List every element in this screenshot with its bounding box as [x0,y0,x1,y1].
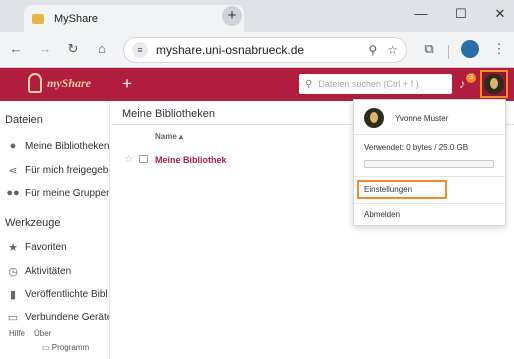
sidebar-item-label: Für meine Gruppen [25,187,110,199]
search-box[interactable]: ⚲ [299,74,452,94]
user-name: Yvonne Muster [395,114,449,123]
sidebar-item-label: Veröffentlichte Bibl [25,289,108,300]
sidebar-item-shared-with-me[interactable]: ⋖ Für mich freigegeben [6,164,109,177]
avatar [484,74,504,94]
monitor-icon: ▭ [42,343,50,352]
add-icon[interactable]: + [122,74,132,94]
new-tab-button[interactable]: + [222,6,242,26]
sidebar-footer: Hilfe Über ▭ Programm [0,325,109,359]
zoom-icon[interactable]: ⚲ [368,43,377,57]
sidebar-item-label: Aktivitäten [25,266,72,277]
notification-badge: 3 [466,73,476,83]
share-icon: ⋖ [8,165,18,177]
forward-icon[interactable]: → [36,40,54,58]
menu-divider [354,203,505,204]
menu-divider [354,134,505,135]
url-text: myshare.uni-osnabrueck.de [156,43,305,57]
program-link[interactable]: ▭ Programm [42,343,89,352]
column-header-name[interactable]: Name ▴ [155,132,183,141]
logo-text: myShare [47,75,92,90]
bookmark-star-icon[interactable]: ☆ [387,43,398,57]
sidebar-item-favorites[interactable]: ★ Favoriten [6,241,67,254]
browser-tab[interactable]: MyShare ✕ [24,5,244,32]
maximize-button[interactable]: ☐ [451,6,471,22]
toolbar-divider [448,45,449,59]
back-icon[interactable]: ← [7,40,25,58]
close-window-button[interactable]: ✕ [490,6,510,22]
sidebar-item-linked-devices[interactable]: ▭ Verbundene Geräte [6,311,110,324]
home-icon[interactable]: ⌂ [93,40,111,58]
storage-usage-bar [364,160,494,168]
sidebar-item-my-libraries[interactable]: ● Meine Bibliotheken [6,140,110,152]
page-title: Meine Bibliotheken [122,108,215,120]
logo-mark-icon [28,73,42,93]
sidebar-item-my-groups[interactable]: ●● Für meine Gruppen [6,187,110,199]
star-icon: ★ [8,242,18,254]
site-info-icon[interactable]: ≡ [132,42,148,58]
storage-usage-text: Verwendet: 0 bytes / 25.0 GB [364,143,469,152]
logo[interactable]: myShare [28,73,91,93]
library-name-link[interactable]: Meine Bibliothek [155,155,227,165]
sidebar: Dateien ● Meine Bibliotheken ⋖ Für mich … [0,101,110,359]
sidebar-item-published-libraries[interactable]: ▮ Veröffentlichte Bibl [6,288,108,301]
user-avatar-button[interactable] [480,70,508,98]
library-icon [139,155,148,163]
menu-icon[interactable]: ⋮ [490,40,508,58]
logout-menu-item[interactable]: Abmelden [364,210,400,219]
address-bar[interactable]: ≡ myshare.uni-osnabrueck.de ⚲ ☆ [123,37,407,63]
menu-divider [354,176,505,177]
program-label: Programm [51,343,90,352]
tools-section-title: Werkzeuge [5,217,61,229]
book-icon: ▮ [9,289,17,301]
files-section-title: Dateien [5,114,43,126]
search-input[interactable] [318,79,439,89]
sidebar-item-activities[interactable]: ◷ Aktivitäten [6,265,71,278]
sidebar-item-label: Meine Bibliotheken [25,140,110,152]
about-link[interactable]: Über [34,329,51,338]
settings-highlight [357,180,447,199]
history-icon: ◷ [8,266,18,278]
profile-icon[interactable] [461,40,479,58]
tab-title: MyShare [54,12,99,25]
help-link[interactable]: Hilfe [9,329,25,338]
sidebar-item-label: Verbundene Geräte [25,312,110,323]
search-icon: ⚲ [305,78,313,90]
minimize-button[interactable]: — [411,6,431,21]
folder-icon [32,13,44,24]
bell-icon[interactable]: ♪ [459,76,466,91]
sidebar-item-label: Für mich freigegeben [25,165,109,176]
favorite-star-icon[interactable]: ☆ [124,154,133,165]
user-menu-avatar [364,108,384,128]
extensions-icon[interactable]: ⧉ [420,40,438,58]
group-icon: ●● [6,187,20,199]
device-icon: ▭ [7,312,19,324]
sidebar-item-label: Favoriten [25,242,67,253]
person-icon: ● [9,140,17,152]
reload-icon[interactable]: ↻ [64,40,82,58]
